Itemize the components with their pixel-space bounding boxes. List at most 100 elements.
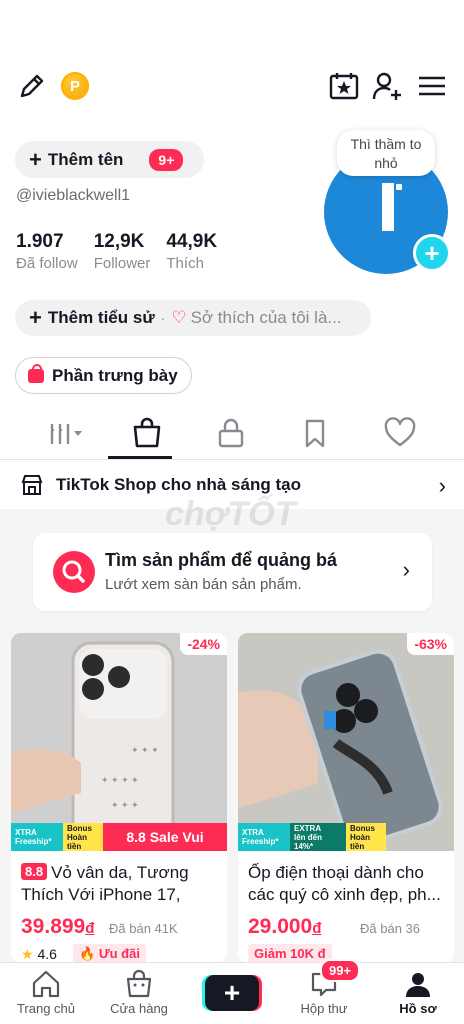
showcase-label: Phần trưng bày	[52, 365, 178, 385]
nav-profile[interactable]: Hồ sơ	[373, 969, 463, 1016]
pencil-icon[interactable]	[16, 70, 48, 102]
search-icon	[53, 551, 95, 593]
stat-followers[interactable]: 12,9K Follower	[94, 231, 151, 272]
stat-label: Thích	[166, 255, 204, 272]
tag-sale: 8.8 Sale Vui	[103, 823, 227, 851]
promo-title: Tìm sản phẩm để quảng bá	[105, 550, 338, 570]
bio-separator: ·	[160, 310, 166, 326]
stat-likes[interactable]: 44,9K Thích	[166, 231, 217, 272]
store-icon	[21, 475, 43, 495]
stat-label: Đã follow	[16, 255, 78, 272]
stat-following[interactable]: 1.907 Đã follow	[16, 231, 78, 272]
tag-text: Hoàn tiền	[350, 832, 370, 851]
profile-stats: 1.907 Đã follow 12,9K Follower 44,9K Thí…	[16, 231, 233, 272]
price-value: 29.000	[248, 915, 313, 938]
product-rating: ★ 4.6	[21, 946, 57, 963]
tag-text: XTRA	[15, 828, 37, 837]
svg-text:✦ ✦ ✦ ✦: ✦ ✦ ✦ ✦	[101, 775, 139, 785]
tag-bonus: Bonus Hoàn tiền	[63, 823, 103, 851]
stat-value: 1.907	[16, 231, 64, 252]
nav-label: Hộp thư	[300, 1001, 348, 1016]
chevron-right-icon: ›	[402, 557, 410, 582]
tag-text: Freeship*	[15, 837, 52, 846]
discount-badge: -63%	[407, 633, 454, 655]
promo-tags: XTRA Freeship* Bonus Hoàn tiền 8.8 Sale …	[11, 823, 227, 851]
tag-text: Bonus	[67, 823, 92, 833]
promo-subtitle: Lướt xem sàn bán sản phẩm.	[105, 576, 302, 593]
tab-videos-grid-icon[interactable]	[48, 416, 82, 450]
offer-badge: 🔥 Ưu đãi	[73, 944, 146, 963]
fire-icon: 🔥	[79, 946, 96, 961]
home-icon	[32, 970, 60, 998]
stat-value: 12,9K	[93, 231, 145, 252]
avatar-glyph-dot	[396, 184, 402, 190]
stat-label: Follower	[93, 255, 151, 272]
nav-shop[interactable]: Cửa hàng	[94, 969, 184, 1016]
tag-text: Hoàn tiền	[67, 832, 87, 851]
add-name-label: Thêm tên	[47, 149, 124, 169]
sold-count: Đã bán 41K	[109, 921, 178, 936]
calendar-star-icon[interactable]	[328, 70, 360, 102]
tag-xtra: XTRA Freeship*	[238, 823, 290, 851]
avatar-add-icon[interactable]: +	[413, 234, 451, 272]
active-tab-indicator	[108, 456, 172, 459]
rating-value: 4.6	[37, 946, 57, 962]
add-name-button[interactable]: + Thêm tên 9+	[15, 141, 204, 178]
product-price: 39.899đ	[21, 915, 94, 939]
product-card[interactable]: ✦ ✦ ✦ ✦ ✦ ✦ ✦ ✦ ✦ ✦ -24% XTRA Freeship* …	[11, 633, 227, 963]
avatar-note-bubble[interactable]: Thì thầm to nhỏ	[337, 130, 435, 176]
tab-liked-heart-icon[interactable]	[383, 416, 417, 450]
create-button[interactable]: +	[205, 975, 259, 1011]
star-icon: ★	[21, 946, 34, 962]
bottom-navbar: Trang chủ Cửa hàng + Hộp thư 99+ Hồ sơ	[0, 959, 464, 1024]
discount-badge: -24%	[180, 633, 227, 655]
hobby-placeholder: Sở thích của tôi là...	[190, 308, 342, 327]
top-bar: P	[0, 64, 464, 108]
tag-bonus: Bonus Hoàn tiền	[346, 823, 386, 851]
price-currency: đ	[312, 920, 322, 937]
add-friend-icon[interactable]	[372, 70, 404, 102]
profile-tabs	[0, 408, 464, 460]
nav-label: Hồ sơ	[399, 1001, 437, 1016]
product-card[interactable]: -63% XTRA Freeship* EXTRA lên đến 14%* B…	[238, 633, 454, 963]
product-title: 8.8 Vỏ vân da, Tương Thích Với iPhone 17,…	[21, 862, 219, 906]
shop-row-label: TikTok Shop cho nhà sáng tạo	[56, 475, 301, 494]
sold-count: Đã bán 36	[360, 921, 420, 936]
nav-label: Cửa hàng	[110, 1001, 168, 1016]
svg-text:✦ ✦ ✦: ✦ ✦ ✦	[131, 745, 159, 755]
product-image	[238, 633, 454, 851]
add-bio-button[interactable]: + Thêm tiểu sử · ♡ Sở thích của tôi là..…	[15, 300, 371, 336]
heart-icon: ♡	[171, 308, 187, 327]
find-products-card[interactable]: Tìm sản phẩm để quảng bá Lướt xem sàn bá…	[33, 533, 432, 611]
tab-shop-icon[interactable]	[130, 416, 164, 450]
profile-icon	[406, 973, 430, 997]
tag-text: EXTRA	[294, 823, 322, 833]
tab-private-lock-icon[interactable]	[214, 416, 248, 450]
offer-badge: Giảm 10K đ	[248, 944, 332, 963]
shopping-bag-icon	[28, 363, 44, 383]
plus-icon: +	[223, 977, 241, 1008]
menu-icon[interactable]	[416, 70, 448, 102]
chevron-right-icon: ›	[438, 473, 446, 498]
product-image: ✦ ✦ ✦ ✦ ✦ ✦ ✦ ✦ ✦ ✦	[11, 633, 227, 851]
tag-text: 8.8 Sale Vui	[126, 828, 204, 845]
product-price: 29.000đ	[248, 915, 321, 939]
price-value: 39.899	[21, 915, 86, 938]
nav-home[interactable]: Trang chủ	[1, 969, 91, 1016]
tag-text: XTRA	[242, 828, 264, 837]
promo-tags: XTRA Freeship* EXTRA lên đến 14%* Bonus …	[238, 823, 454, 851]
watermark: chợTỐT	[165, 495, 296, 533]
product-title: Ốp điện thoại dành cho các quý cô xinh đ…	[248, 863, 441, 904]
plus-icon: +	[29, 146, 42, 172]
inbox-badge: 99+	[320, 959, 361, 982]
svg-text:✦ ✦ ✦: ✦ ✦ ✦	[111, 800, 139, 810]
avatar-glyph	[382, 183, 394, 231]
tab-bookmark-icon[interactable]	[298, 416, 332, 450]
tag-text: Bonus	[350, 823, 375, 833]
username: @ivieblackwell1	[16, 187, 131, 204]
coin-icon[interactable]: P	[61, 72, 89, 100]
showcase-button[interactable]: Phần trưng bày	[15, 357, 192, 394]
tag-text: Freeship*	[242, 837, 279, 846]
tag-extra: EXTRA lên đến 14%*	[290, 823, 346, 851]
tag-xtra: XTRA Freeship*	[11, 823, 63, 851]
